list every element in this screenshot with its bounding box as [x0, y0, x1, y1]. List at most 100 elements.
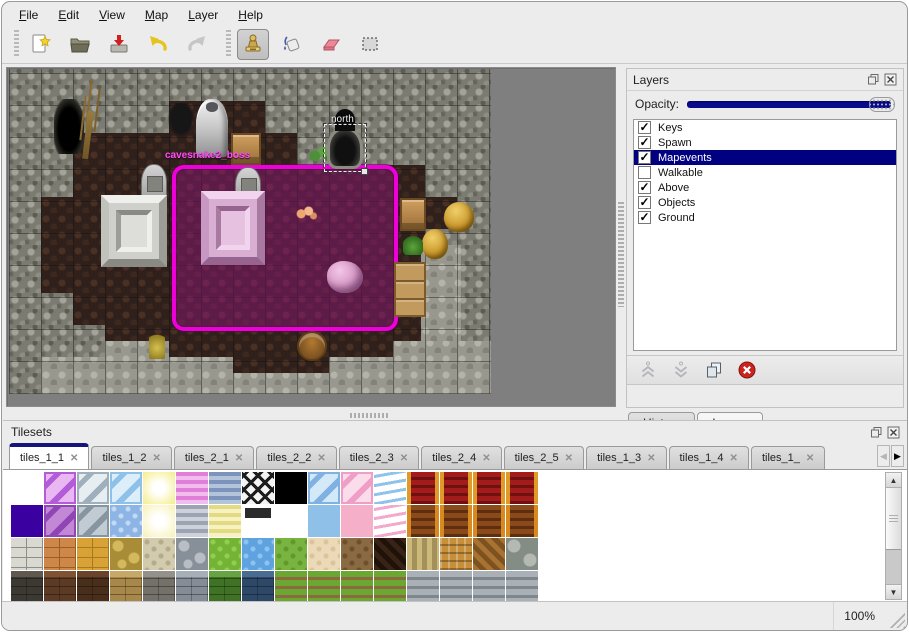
layer-visibility-checkbox[interactable]: ✓: [638, 211, 651, 224]
tile-lattice-black[interactable]: [242, 472, 274, 504]
tile-wood-planks[interactable]: [407, 538, 439, 570]
tile-stripes-pink[interactable]: [176, 472, 208, 504]
tab-close-icon[interactable]: ✕: [565, 453, 573, 464]
tile-floor-cobbles[interactable]: [176, 538, 208, 570]
tile-planks-gray-2[interactable]: [440, 571, 472, 602]
tile-grass-mid[interactable]: [275, 538, 307, 570]
tile-wall-gray-stone[interactable]: [143, 571, 175, 602]
tile-water-light[interactable]: [110, 505, 142, 537]
tile-carpet-red-4[interactable]: [506, 472, 538, 504]
fill-tool-button[interactable]: [276, 29, 308, 60]
eraser-tool-button[interactable]: [315, 29, 347, 60]
tile-wood-herringbone[interactable]: [473, 538, 505, 570]
redo-button[interactable]: [181, 29, 213, 60]
tile-grass-bright[interactable]: [209, 538, 241, 570]
layer-row-objects[interactable]: ✓Objects: [634, 195, 896, 210]
layer-visibility-checkbox[interactable]: ✓: [638, 181, 651, 194]
scroll-up-icon[interactable]: ▲: [886, 473, 901, 488]
tileset-tab-tiles_1_1[interactable]: tiles_1_1✕: [9, 443, 89, 469]
tileset-tab-tiles_1_2[interactable]: tiles_1_2✕: [91, 446, 171, 469]
tileset-tab-tiles_2_2[interactable]: tiles_2_2✕: [256, 446, 336, 469]
delete-layer-button[interactable]: [736, 359, 758, 381]
tile-empty-white-2[interactable]: [275, 505, 307, 537]
tab-close-icon[interactable]: ✕: [482, 453, 490, 464]
tile-wood-dark[interactable]: [374, 538, 406, 570]
new-file-button[interactable]: [25, 29, 57, 60]
tile-logs-gray[interactable]: [506, 538, 538, 570]
resize-grip[interactable]: [889, 612, 905, 628]
tileset-tab-tiles_1_4[interactable]: tiles_1_4✕: [669, 446, 749, 469]
tab-scroll-right-icon[interactable]: ▶: [891, 445, 904, 467]
layer-row-ground[interactable]: ✓Ground: [634, 210, 896, 225]
vertical-splitter[interactable]: [618, 202, 624, 307]
layer-visibility-checkbox[interactable]: ✓: [638, 151, 651, 164]
tileset-tab-tiles_1_[interactable]: tiles_1_✕: [751, 446, 825, 469]
tile-ribbon-blue[interactable]: [374, 472, 406, 504]
tile-solid-pink[interactable]: [341, 505, 373, 537]
tileset-tab-tiles_2_5[interactable]: tiles_2_5✕: [504, 446, 584, 469]
layer-visibility-checkbox[interactable]: ✓: [638, 136, 651, 149]
opacity-slider[interactable]: [687, 96, 895, 112]
tab-close-icon[interactable]: ✕: [400, 453, 408, 464]
tab-close-icon[interactable]: ✕: [730, 453, 738, 464]
tile-wall-brown-brick[interactable]: [44, 571, 76, 602]
tile-crystal-blue[interactable]: [110, 472, 142, 504]
tile-wall-dark-stone[interactable]: [11, 571, 43, 602]
layer-row-spawn[interactable]: ✓Spawn: [634, 135, 896, 150]
tile-floor-yellow-stones[interactable]: [110, 538, 142, 570]
undo-button[interactable]: [142, 29, 174, 60]
tile-carpet-brown-1[interactable]: [407, 505, 439, 537]
menu-file[interactable]: File: [10, 6, 47, 24]
tile-stripes-gray[interactable]: [176, 505, 208, 537]
tile-floor-gravel[interactable]: [143, 538, 175, 570]
layer-visibility-checkbox[interactable]: [638, 166, 651, 179]
horizontal-splitter[interactable]: [350, 413, 388, 418]
menu-layer[interactable]: Layer: [179, 6, 227, 24]
tile-crystal-sky[interactable]: [308, 472, 340, 504]
tile-carpet-red-3[interactable]: [473, 472, 505, 504]
tileset-scrollbar[interactable]: ▲ ▼: [885, 472, 902, 600]
close-panel-icon[interactable]: [884, 73, 897, 86]
tile-empty-white[interactable]: [11, 472, 43, 504]
cave-entrance-selection[interactable]: [324, 124, 366, 172]
toolbar-drag-handle[interactable]: [14, 30, 19, 58]
move-layer-down-button[interactable]: [670, 359, 692, 381]
opacity-slider-track[interactable]: [687, 101, 891, 108]
tileset-tab-tiles_2_3[interactable]: tiles_2_3✕: [339, 446, 419, 469]
tile-crystal-purple[interactable]: [44, 472, 76, 504]
tile-planks-gray-4[interactable]: [506, 571, 538, 602]
tile-floor-clay-tiles[interactable]: [44, 538, 76, 570]
tab-close-icon[interactable]: ✕: [235, 453, 243, 464]
tile-grass-furrows-3[interactable]: [341, 571, 373, 602]
tileset-tab-tiles_1_3[interactable]: tiles_1_3✕: [586, 446, 666, 469]
scroll-down-icon[interactable]: ▼: [886, 584, 901, 599]
tile-solid-indigo[interactable]: [11, 505, 43, 537]
tile-ribbon-pink[interactable]: [374, 505, 406, 537]
tab-close-icon[interactable]: ✕: [806, 453, 814, 464]
float-panel-icon[interactable]: [870, 426, 883, 439]
tile-crystal-purple-dark[interactable]: [44, 505, 76, 537]
tile-wall-dark-brown[interactable]: [77, 571, 109, 602]
tile-grass-furrows-1[interactable]: [275, 571, 307, 602]
menu-map[interactable]: Map: [136, 6, 177, 24]
tile-basket-weave[interactable]: [440, 538, 472, 570]
menu-help[interactable]: Help: [229, 6, 272, 24]
layer-row-above[interactable]: ✓Above: [634, 180, 896, 195]
float-panel-icon[interactable]: [867, 73, 880, 86]
stamp-tool-button[interactable]: [237, 29, 269, 60]
tile-grass-furrows-4[interactable]: [374, 571, 406, 602]
tile-carpet-brown-3[interactable]: [473, 505, 505, 537]
selection-resize-grip[interactable]: [361, 168, 368, 175]
duplicate-layer-button[interactable]: [703, 359, 725, 381]
tile-crystal-gray[interactable]: [77, 472, 109, 504]
tile-carpet-red-1[interactable]: [407, 472, 439, 504]
layer-visibility-checkbox[interactable]: ✓: [638, 196, 651, 209]
tile-water-blue[interactable]: [242, 538, 274, 570]
tile-carpet-brown-4[interactable]: [506, 505, 538, 537]
menu-view[interactable]: View: [90, 6, 134, 24]
tile-carpet-brown-2[interactable]: [440, 505, 472, 537]
tab-close-icon[interactable]: ✕: [152, 453, 160, 464]
tile-planks-gray-3[interactable]: [473, 571, 505, 602]
tab-close-icon[interactable]: ✕: [317, 453, 325, 464]
layer-visibility-checkbox[interactable]: ✓: [638, 121, 651, 134]
